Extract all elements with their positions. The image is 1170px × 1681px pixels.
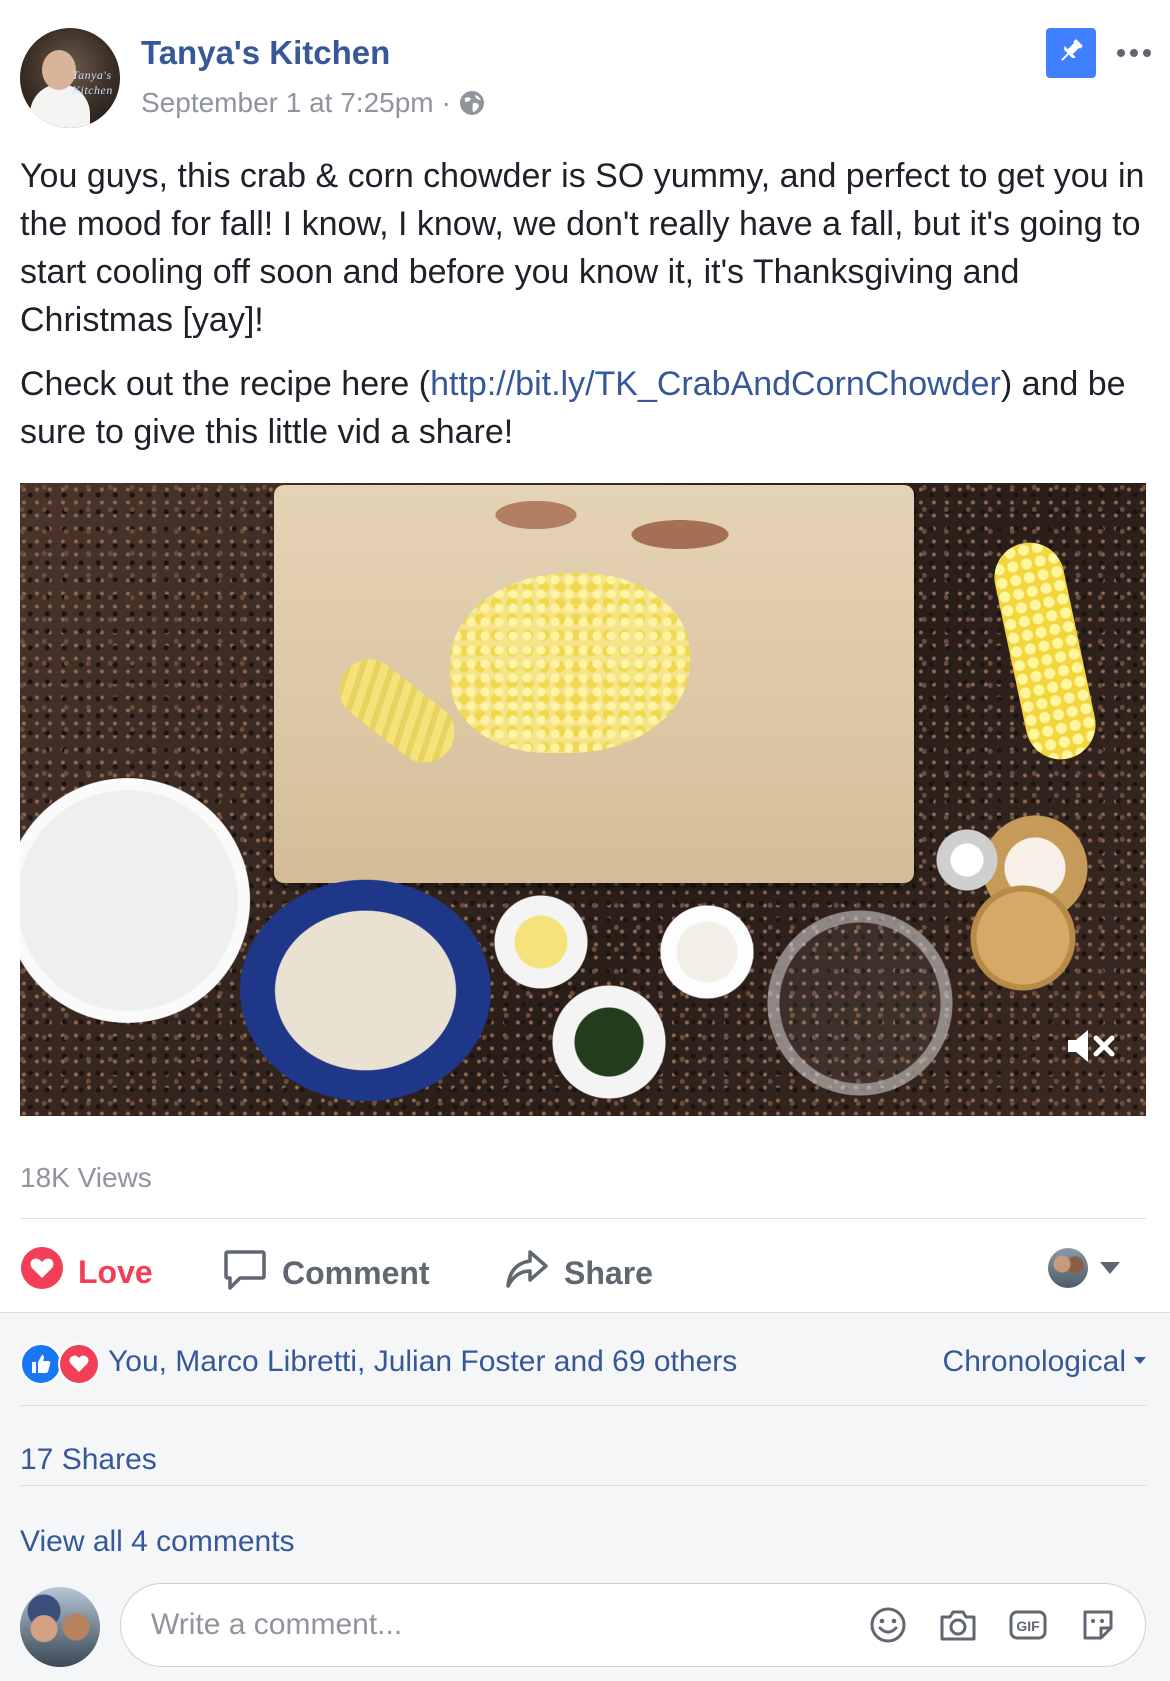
comment-button[interactable]: Comment [222,1246,430,1300]
post-paragraph-2: Check out the recipe here (http://bit.ly… [20,360,1150,456]
camera-icon[interactable] [937,1604,979,1646]
love-reaction-icon [58,1343,100,1385]
reactions-text[interactable]: You, Marco Libretti, Julian Foster and 6… [108,1345,737,1379]
divider [20,1405,1146,1406]
avatar[interactable] [20,1587,100,1667]
like-reaction-icon [20,1343,62,1385]
speech-bubble-icon [222,1246,268,1300]
post-meta: September 1 at 7:25pm · [141,87,485,119]
corn-kernels [450,573,690,753]
comment-composer: Write a comment... GIF [20,1583,1146,1669]
page-avatar[interactable]: Tanya's Kitchen [20,28,120,128]
crab-bowl [238,878,493,1103]
page-name-link[interactable]: Tanya's Kitchen [141,34,390,72]
reactions-summary[interactable]: You, Marco Libretti, Julian Foster and 6… [20,1341,737,1385]
avatar-face [42,50,76,90]
reaction-identity-selector[interactable] [1048,1248,1120,1288]
divider [20,1218,1146,1219]
sort-label: Chronological [942,1345,1126,1378]
meta-separator: · [441,87,451,118]
avatar-logo: Tanya's Kitchen [72,68,113,97]
heart-icon [20,1246,64,1298]
engagement-section: You, Marco Libretti, Julian Foster and 6… [0,1312,1170,1681]
glass-bowl [760,903,960,1103]
love-button[interactable]: Love [20,1246,153,1298]
more-icon [1116,30,1152,64]
post-paragraph-1: You guys, this crab & corn chowder is SO… [20,157,1145,339]
post-header: Tanya's Kitchen Tanya's Kitchen Septembe… [0,0,1170,140]
reaction-icons [20,1341,100,1385]
chevron-down-icon [1134,1357,1146,1364]
comment-placeholder: Write a comment... [151,1608,403,1641]
mute-icon[interactable] [1064,1026,1120,1066]
video-player[interactable] [20,483,1146,1116]
viewer-avatar [1048,1248,1088,1288]
view-count: 18K Views [20,1162,152,1193]
comment-input[interactable]: Write a comment... GIF [120,1583,1146,1667]
view-all-comments-link[interactable]: View all 4 comments [20,1525,295,1559]
share-button[interactable]: Share [504,1246,653,1300]
chef-hands [440,483,760,593]
sticker-icon[interactable] [1077,1604,1119,1646]
chevron-down-icon [1100,1262,1120,1274]
comment-sort-dropdown[interactable]: Chronological [943,1345,1146,1379]
share-arrow-icon [504,1246,550,1300]
pin-button[interactable] [1046,28,1096,78]
shares-count[interactable]: 17 Shares [20,1443,157,1477]
flour-bowl [658,903,756,1001]
composer-icons: GIF [867,1604,1119,1646]
pepper-grinder [930,823,1004,897]
emoji-icon[interactable] [867,1604,909,1646]
comment-label: Comment [282,1254,430,1291]
herb-bowl [550,983,668,1101]
divider [20,1485,1146,1486]
post-timestamp[interactable]: September 1 at 7:25pm [141,87,434,119]
globe-icon[interactable] [459,90,485,116]
svg-text:GIF: GIF [1016,1618,1040,1634]
recipe-link[interactable]: http://bit.ly/TK_CrabAndCornChowder [430,365,1001,403]
action-bar: Love Comment Share [0,1220,1170,1312]
recipe-text-prefix: Check out the recipe here ( [20,365,431,403]
share-label: Share [564,1254,653,1291]
pin-icon [1055,35,1087,72]
love-label: Love [78,1253,153,1290]
salt-cellar-lid [968,883,1078,993]
butter-bowl [492,893,590,991]
gif-icon[interactable]: GIF [1007,1604,1049,1646]
post-body: You guys, this crab & corn chowder is SO… [20,152,1150,472]
more-options-button[interactable] [1114,32,1154,62]
